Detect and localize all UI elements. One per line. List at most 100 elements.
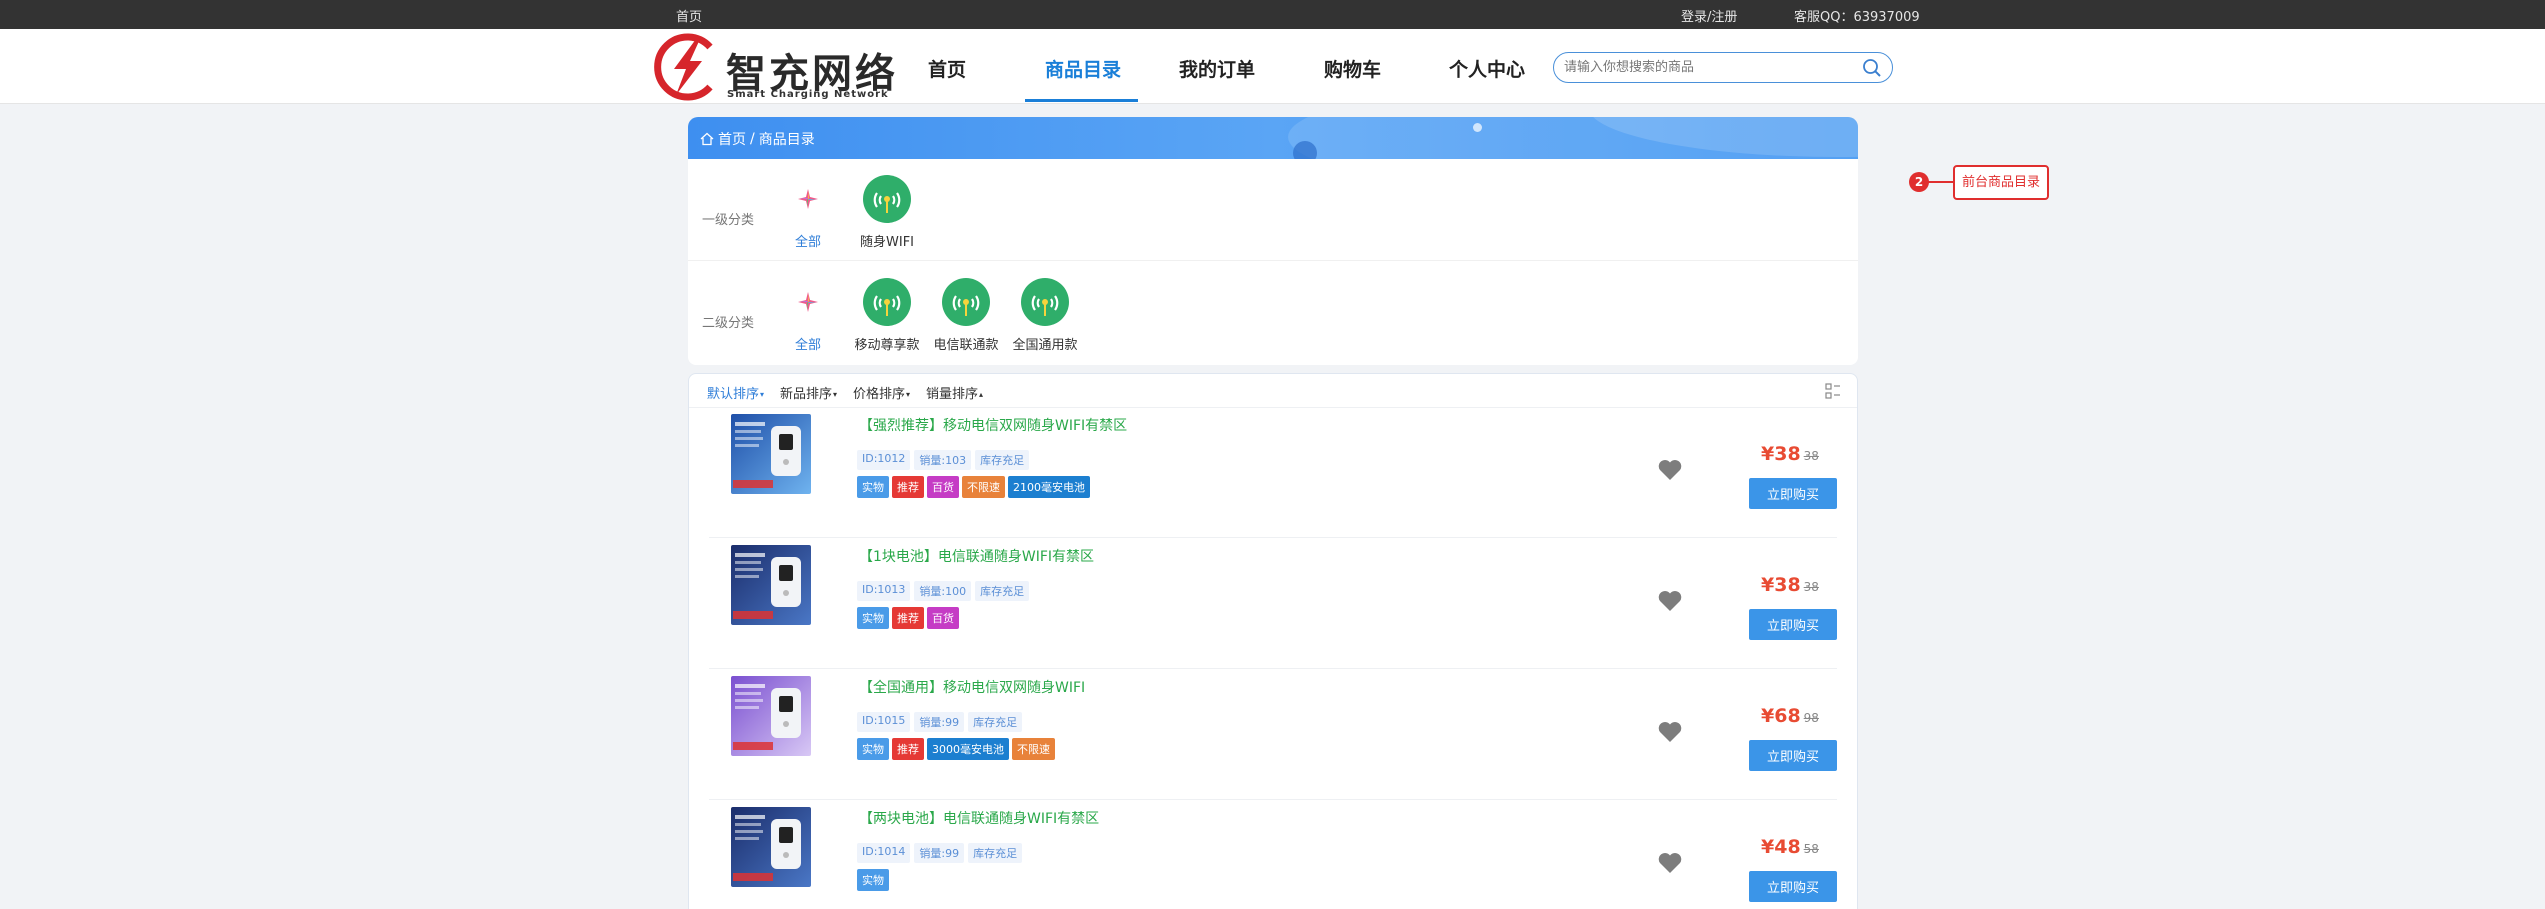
buy-now-button[interactable]: 立即购买 — [1749, 478, 1837, 509]
logo-subtitle: Smart Charging Network — [727, 89, 889, 100]
category-level2-universal[interactable]: 全国通用款 — [1005, 278, 1085, 353]
nav-my-orders[interactable]: 我的订单 — [1179, 55, 1255, 82]
heart-icon[interactable] — [1657, 589, 1683, 613]
product-tag: 百货 — [927, 607, 959, 629]
caret-down-icon: ▾ — [833, 390, 838, 399]
category-level1-wifi-label: 随身WIFI — [860, 235, 914, 250]
home-icon — [700, 132, 714, 146]
all-sparkle-icon — [798, 189, 818, 209]
product-row[interactable]: 【两块电池】电信联通随身WIFI有禁区 ID:1014 销量:99 库存充足 实… — [709, 801, 1837, 909]
product-title[interactable]: 【1块电池】电信联通随身WIFI有禁区 — [859, 546, 1094, 566]
wifi-signal-icon — [1021, 278, 1069, 326]
current-price: ¥38 — [1761, 574, 1801, 596]
product-id: ID:1013 — [857, 581, 911, 601]
category-level1-label: 一级分类 — [702, 213, 755, 228]
product-stock: 库存充足 — [975, 581, 1030, 601]
product-tags: 实物 推荐 百货 — [857, 607, 959, 629]
product-image-icon — [731, 545, 811, 625]
sort-price[interactable]: 价格排序▾ — [853, 383, 910, 402]
heart-icon[interactable] — [1657, 851, 1683, 875]
top-bar: 首页 登录/注册 客服QQ：63937009 — [0, 0, 2545, 29]
category-panel: 一级分类 全部 随身WIFI 二级分类 全部 移动尊享款 电信联通款 全国通用款 — [688, 159, 1858, 365]
current-price: ¥48 — [1761, 836, 1801, 858]
nav-cart[interactable]: 购物车 — [1324, 55, 1381, 82]
product-row[interactable]: 【全国通用】移动电信双网随身WIFI ID:1015 销量:99 库存充足 实物… — [709, 670, 1837, 800]
product-sales: 销量:99 — [914, 712, 965, 732]
topbar-home-link[interactable]: 首页 — [676, 6, 702, 25]
wifi-signal-icon — [942, 278, 990, 326]
heart-icon[interactable] — [1657, 458, 1683, 482]
product-tag: 推荐 — [892, 476, 924, 498]
category-level2-telecom[interactable]: 电信联通款 — [926, 278, 1006, 353]
buy-now-button[interactable]: 立即购买 — [1749, 740, 1837, 771]
wifi-signal-icon — [863, 278, 911, 326]
product-tag: 实物 — [857, 607, 889, 629]
current-price: ¥38 — [1761, 443, 1801, 465]
buy-now-button[interactable]: 立即购买 — [1749, 609, 1837, 640]
nav-user-center[interactable]: 个人中心 — [1449, 55, 1525, 82]
original-price: 38 — [1803, 449, 1819, 463]
category-level2-row: 二级分类 全部 移动尊享款 电信联通款 全国通用款 — [688, 262, 1858, 364]
product-tag: 推荐 — [892, 607, 924, 629]
product-image-icon — [731, 807, 811, 887]
product-thumbnail[interactable] — [731, 676, 811, 756]
sort-newest-label: 新品排序 — [780, 387, 833, 402]
product-title[interactable]: 【全国通用】移动电信双网随身WIFI — [859, 677, 1085, 697]
product-id: ID:1014 — [857, 843, 911, 863]
product-price: ¥38 38 — [1761, 574, 1819, 596]
product-meta: ID:1012 销量:103 库存充足 — [857, 450, 1030, 470]
nav-catalog[interactable]: 商品目录 — [1045, 55, 1121, 82]
category-level1-all[interactable]: 全部 — [768, 175, 848, 250]
category-level2-label: 二级分类 — [702, 316, 755, 331]
product-sales: 销量:99 — [914, 843, 965, 863]
sort-default[interactable]: 默认排序▾ — [707, 383, 764, 402]
product-title[interactable]: 【两块电池】电信联通随身WIFI有禁区 — [859, 808, 1099, 828]
product-thumbnail[interactable] — [731, 414, 811, 494]
sort-newest[interactable]: 新品排序▾ — [780, 383, 837, 402]
caret-down-icon: ▾ — [906, 390, 911, 399]
nav-home[interactable]: 首页 — [928, 55, 966, 82]
product-tag: 实物 — [857, 869, 889, 891]
category-level2-telecom-label: 电信联通款 — [933, 338, 999, 353]
product-tag: 百货 — [927, 476, 959, 498]
product-price: ¥38 38 — [1761, 443, 1819, 465]
category-level2-mobile[interactable]: 移动尊享款 — [847, 278, 927, 353]
heart-icon[interactable] — [1657, 720, 1683, 744]
logo-lightning-icon — [654, 33, 713, 101]
product-stock: 库存充足 — [968, 843, 1023, 863]
customer-service-qq: 客服QQ：63937009 — [1794, 10, 1920, 25]
product-row[interactable]: 【1块电池】电信联通随身WIFI有禁区 ID:1013 销量:100 库存充足 … — [709, 539, 1837, 669]
sort-bar: 默认排序▾ 新品排序▾ 价格排序▾ 销量排序▴ — [689, 374, 1857, 408]
search-icon[interactable] — [1862, 58, 1882, 78]
category-level1-row: 一级分类 全部 随身WIFI — [688, 159, 1858, 261]
product-row[interactable]: 【强烈推荐】移动电信双网随身WIFI有禁区 ID:1012 销量:103 库存充… — [709, 408, 1837, 538]
sort-price-label: 价格排序 — [853, 387, 906, 402]
category-level1-wifi[interactable]: 随身WIFI — [847, 175, 927, 250]
breadcrumb-separator: / — [750, 131, 755, 147]
site-header: 智充网络 Smart Charging Network 首页 商品目录 我的订单… — [0, 29, 2545, 104]
product-stock: 库存充足 — [968, 712, 1023, 732]
search-input[interactable] — [1564, 57, 1854, 77]
annotation-number: 2 — [1909, 172, 1929, 192]
product-thumbnail[interactable] — [731, 807, 811, 887]
product-thumbnail[interactable] — [731, 545, 811, 625]
breadcrumb-banner: 首页 / 商品目录 — [688, 117, 1858, 159]
buy-now-button[interactable]: 立即购买 — [1749, 871, 1837, 902]
product-tag: 实物 — [857, 476, 889, 498]
original-price: 38 — [1803, 580, 1819, 594]
sort-default-label: 默认排序 — [707, 387, 760, 402]
breadcrumb-home[interactable]: 首页 — [718, 129, 746, 149]
grid-view-icon[interactable] — [1825, 383, 1841, 399]
product-tag: 实物 — [857, 738, 889, 760]
product-tags: 实物 — [857, 869, 889, 891]
wifi-signal-icon — [863, 175, 911, 223]
category-level2-all[interactable]: 全部 — [768, 278, 848, 353]
annotation-connector — [1928, 181, 1954, 183]
product-title[interactable]: 【强烈推荐】移动电信双网随身WIFI有禁区 — [859, 415, 1127, 435]
login-register-link[interactable]: 登录/注册 — [1681, 6, 1737, 25]
nav-active-indicator — [1025, 99, 1138, 102]
sort-sales[interactable]: 销量排序▴ — [926, 383, 983, 402]
product-price: ¥68 98 — [1761, 705, 1819, 727]
product-meta: ID:1015 销量:99 库存充足 — [857, 712, 1023, 732]
site-logo[interactable]: 智充网络 Smart Charging Network — [652, 33, 895, 101]
